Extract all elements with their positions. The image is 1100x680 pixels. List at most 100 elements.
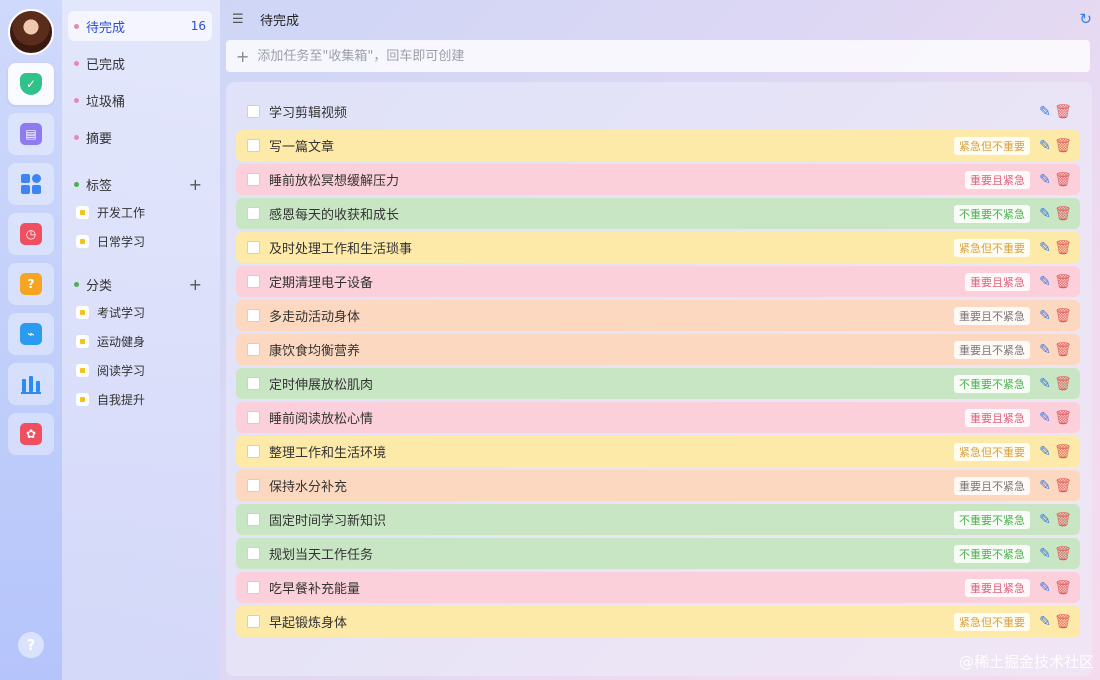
trash-icon[interactable]: 🗑 — [1054, 138, 1072, 154]
task-checkbox[interactable] — [247, 343, 260, 356]
icon-rail: ✓ ▤ ◷ ? ⌁ ✿ ? — [0, 0, 62, 680]
rail-schedule-button[interactable]: ◷ — [8, 213, 54, 255]
task-title: 保持水分补充 — [269, 480, 348, 495]
rail-calendar-button[interactable]: ▤ — [8, 113, 54, 155]
task-row[interactable]: 早起锻炼身体 紧急但不重要 ✎ 🗑 — [236, 606, 1080, 637]
edit-icon[interactable]: ✎ — [1036, 546, 1054, 562]
task-checkbox[interactable] — [247, 275, 260, 288]
task-row[interactable]: 学习剪辑视频 ✎ 🗑 — [236, 96, 1080, 127]
task-checkbox[interactable] — [247, 513, 260, 526]
bullet-dot-icon — [74, 134, 79, 140]
edit-icon[interactable]: ✎ — [1036, 614, 1054, 630]
add-task-bar: + — [226, 40, 1090, 72]
task-row[interactable]: 定期清理电子设备 重要且紧急 ✎ 🗑 — [236, 266, 1080, 297]
rail-question-button[interactable]: ? — [8, 263, 54, 305]
edit-icon[interactable]: ✎ — [1036, 240, 1054, 256]
trash-icon[interactable]: 🗑 — [1054, 342, 1072, 358]
shield-check-icon: ✓ — [20, 73, 42, 95]
edit-icon[interactable]: ✎ — [1036, 444, 1054, 460]
trash-icon[interactable]: 🗑 — [1054, 410, 1072, 426]
trash-icon[interactable]: 🗑 — [1054, 444, 1072, 460]
edit-icon[interactable]: ✎ — [1036, 206, 1054, 222]
edit-icon[interactable]: ✎ — [1036, 172, 1054, 188]
trash-icon[interactable]: 🗑 — [1054, 172, 1072, 188]
refresh-icon[interactable]: ↻ — [1079, 10, 1092, 28]
tag-item[interactable]: 日常学习 — [76, 227, 220, 256]
category-item[interactable]: 阅读学习 — [76, 356, 220, 385]
edit-icon[interactable]: ✎ — [1036, 512, 1054, 528]
task-checkbox[interactable] — [247, 581, 260, 594]
task-checkbox[interactable] — [247, 173, 260, 186]
task-row[interactable]: 睡前放松冥想缓解压力 重要且紧急 ✎ 🗑 — [236, 164, 1080, 195]
help-icon[interactable]: ? — [18, 632, 44, 658]
task-row[interactable]: 吃早餐补充能量 重要且紧急 ✎ 🗑 — [236, 572, 1080, 603]
task-row[interactable]: 保持水分补充 重要且不紧急 ✎ 🗑 — [236, 470, 1080, 501]
task-row[interactable]: 固定时间学习新知识 不重要不紧急 ✎ 🗑 — [236, 504, 1080, 535]
task-checkbox[interactable] — [247, 615, 260, 628]
page-title: 待完成 — [260, 13, 300, 29]
edit-icon[interactable]: ✎ — [1036, 410, 1054, 426]
task-row[interactable]: 感恩每天的收获和成长 不重要不紧急 ✎ 🗑 — [236, 198, 1080, 229]
task-title: 睡前放松冥想缓解压力 — [269, 174, 400, 189]
task-checkbox[interactable] — [247, 105, 260, 118]
edit-icon[interactable]: ✎ — [1036, 274, 1054, 290]
task-checkbox[interactable] — [247, 479, 260, 492]
task-row[interactable]: 定时伸展放松肌肉 不重要不紧急 ✎ 🗑 — [236, 368, 1080, 399]
edit-icon[interactable]: ✎ — [1036, 104, 1054, 120]
trash-icon[interactable]: 🗑 — [1054, 104, 1072, 120]
add-tag-icon[interactable]: + — [189, 175, 202, 194]
rail-todo-button[interactable]: ✓ — [8, 63, 54, 105]
trash-icon[interactable]: 🗑 — [1054, 580, 1072, 596]
edit-icon[interactable]: ✎ — [1036, 376, 1054, 392]
nav-item-trash[interactable]: 垃圾桶 — [68, 85, 212, 115]
trash-icon[interactable]: 🗑 — [1054, 240, 1072, 256]
edit-icon[interactable]: ✎ — [1036, 580, 1054, 596]
nav-item-summary[interactable]: 摘要 — [68, 122, 212, 152]
task-row[interactable]: 规划当天工作任务 不重要不紧急 ✎ 🗑 — [236, 538, 1080, 569]
category-item[interactable]: 自我提升 — [76, 385, 220, 414]
rail-apps-button[interactable] — [8, 163, 54, 205]
side-navigation: 待完成 16 已完成 垃圾桶 摘要 标签 + 开发工作 日常学习 分类 + 考试… — [62, 0, 220, 680]
edit-icon[interactable]: ✎ — [1036, 478, 1054, 494]
task-checkbox[interactable] — [247, 411, 260, 424]
rail-monitor-button[interactable]: ⌁ — [8, 313, 54, 355]
task-title: 固定时间学习新知识 — [269, 514, 387, 529]
task-row[interactable]: 康饮食均衡营养 重要且不紧急 ✎ 🗑 — [236, 334, 1080, 365]
task-checkbox[interactable] — [247, 139, 260, 152]
nav-item-completed[interactable]: 已完成 — [68, 48, 212, 78]
collapse-menu-icon[interactable]: ☰ — [232, 12, 248, 27]
trash-icon[interactable]: 🗑 — [1054, 274, 1072, 290]
task-checkbox[interactable] — [247, 241, 260, 254]
trash-icon[interactable]: 🗑 — [1054, 308, 1072, 324]
task-checkbox[interactable] — [247, 445, 260, 458]
add-category-icon[interactable]: + — [189, 275, 202, 294]
task-row[interactable]: 及时处理工作和生活琐事 紧急但不重要 ✎ 🗑 — [236, 232, 1080, 263]
rail-flower-button[interactable]: ✿ — [8, 413, 54, 455]
task-checkbox[interactable] — [247, 547, 260, 560]
nav-item-label: 摘要 — [86, 131, 113, 147]
edit-icon[interactable]: ✎ — [1036, 138, 1054, 154]
trash-icon[interactable]: 🗑 — [1054, 614, 1072, 630]
tag-item[interactable]: 开发工作 — [76, 198, 220, 227]
trash-icon[interactable]: 🗑 — [1054, 478, 1072, 494]
task-title: 感恩每天的收获和成长 — [269, 208, 400, 223]
add-task-input[interactable] — [257, 48, 1090, 64]
trash-icon[interactable]: 🗑 — [1054, 512, 1072, 528]
nav-item-pending[interactable]: 待完成 16 — [68, 11, 212, 41]
edit-icon[interactable]: ✎ — [1036, 308, 1054, 324]
task-row[interactable]: 写一篇文章 紧急但不重要 ✎ 🗑 — [236, 130, 1080, 161]
trash-icon[interactable]: 🗑 — [1054, 376, 1072, 392]
rail-stats-button[interactable] — [8, 363, 54, 405]
task-checkbox[interactable] — [247, 377, 260, 390]
task-checkbox[interactable] — [247, 207, 260, 220]
category-item[interactable]: 运动健身 — [76, 327, 220, 356]
task-row[interactable]: 整理工作和生活环境 紧急但不重要 ✎ 🗑 — [236, 436, 1080, 467]
task-row[interactable]: 多走动活动身体 重要且不紧急 ✎ 🗑 — [236, 300, 1080, 331]
trash-icon[interactable]: 🗑 — [1054, 546, 1072, 562]
task-checkbox[interactable] — [247, 309, 260, 322]
edit-icon[interactable]: ✎ — [1036, 342, 1054, 358]
task-row[interactable]: 睡前阅读放松心情 重要且紧急 ✎ 🗑 — [236, 402, 1080, 433]
category-item[interactable]: 考试学习 — [76, 298, 220, 327]
avatar[interactable] — [8, 9, 54, 55]
trash-icon[interactable]: 🗑 — [1054, 206, 1072, 222]
